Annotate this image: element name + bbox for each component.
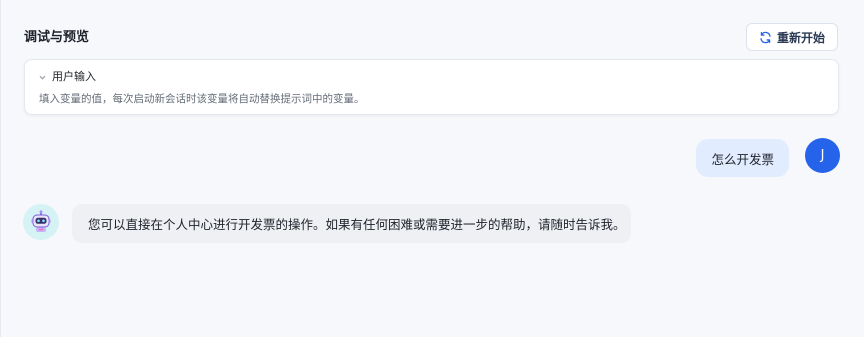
restart-button-label: 重新开始 bbox=[776, 30, 825, 45]
user-avatar: J bbox=[805, 138, 840, 173]
variables-toggle[interactable]: 用户输入 bbox=[38, 70, 96, 84]
panel-title: 调试与预览 bbox=[24, 30, 90, 45]
bot-avatar bbox=[23, 204, 59, 240]
variables-description: 填入变量的值，每次启动新会话时该变量将自动替换提示词中的变量。 bbox=[39, 93, 365, 105]
variables-header: 用户输入 bbox=[52, 70, 96, 83]
debug-preview-panel: 调试与预览 重新开始 用户输入 填入变量的值，每次启动新会话时该变量将自动替换提… bbox=[0, 0, 864, 337]
user-input-variables-card: 用户输入 填入变量的值，每次启动新会话时该变量将自动替换提示词中的变量。 bbox=[24, 59, 839, 115]
restart-button[interactable]: 重新开始 bbox=[746, 23, 838, 51]
chevron-down-icon bbox=[38, 73, 47, 82]
assistant-message-bubble: 您可以直接在个人中心进行开发票的操作。如果有任何困难或需要进一步的帮助，请随时告… bbox=[72, 204, 631, 243]
refresh-icon bbox=[759, 31, 772, 44]
robot-icon bbox=[29, 210, 53, 234]
user-message-bubble: 怎么开发票 bbox=[696, 139, 789, 177]
